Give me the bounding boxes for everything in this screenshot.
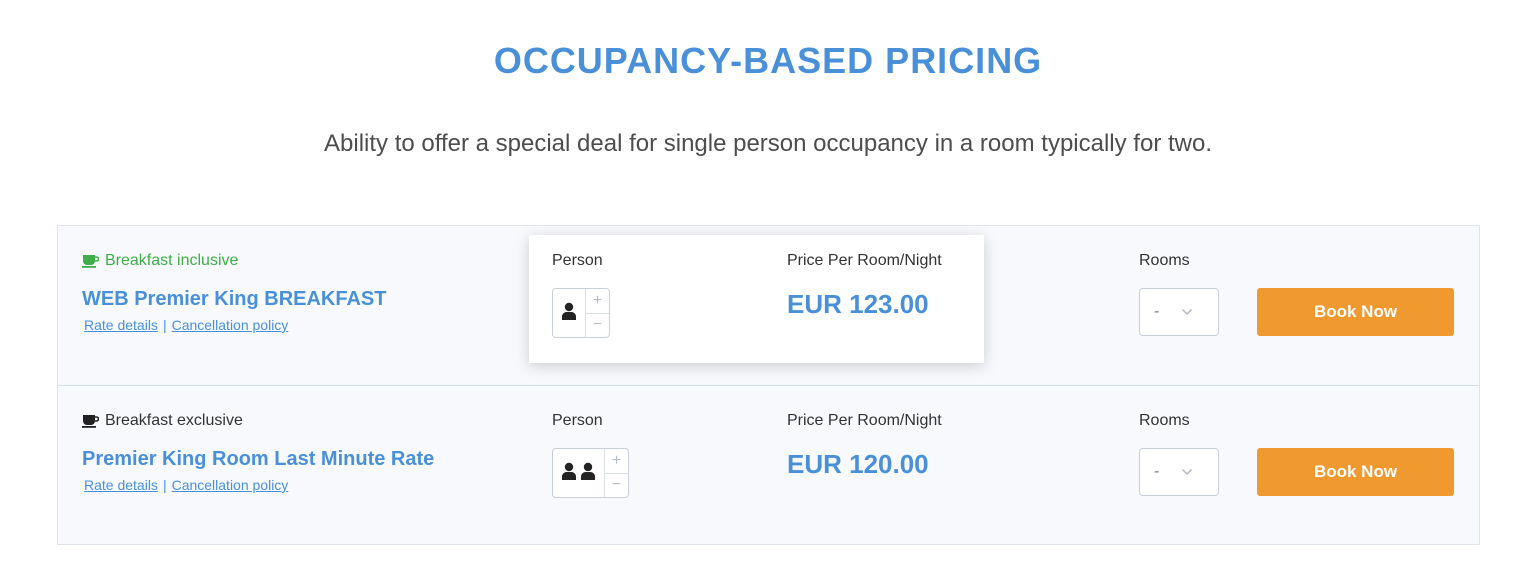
rate-details-link[interactable]: Rate details <box>84 317 158 333</box>
rate-links: Rate details | Cancellation policy <box>84 317 288 333</box>
rooms-column-label: Rooms <box>1139 252 1190 269</box>
rate-row: Breakfast inclusive WEB Premier King BRE… <box>58 226 1479 386</box>
link-separator: | <box>162 477 167 493</box>
coffee-cup-icon <box>82 254 99 268</box>
breakfast-badge: Breakfast exclusive <box>82 412 243 430</box>
rooms-column-label: Rooms <box>1139 412 1190 429</box>
book-now-button[interactable]: Book Now <box>1257 288 1454 336</box>
rate-row: Breakfast exclusive Premier King Room La… <box>58 386 1479 546</box>
person-stepper[interactable]: + − <box>552 448 629 498</box>
chevron-down-icon <box>1181 308 1193 316</box>
cancellation-policy-link[interactable]: Cancellation policy <box>172 317 289 333</box>
page-subtitle: Ability to offer a special deal for sing… <box>324 130 1212 157</box>
rate-table: Breakfast inclusive WEB Premier King BRE… <box>57 225 1480 545</box>
price-value: EUR 123.00 <box>787 289 929 319</box>
person-column-label: Person <box>552 252 603 269</box>
stepper-buttons: + − <box>585 289 609 337</box>
increment-button[interactable]: + <box>605 449 628 473</box>
cancellation-policy-link[interactable]: Cancellation policy <box>172 477 289 493</box>
book-now-button[interactable]: Book Now <box>1257 448 1454 496</box>
person-icon <box>580 462 596 485</box>
coffee-cup-icon <box>82 414 99 428</box>
decrement-button[interactable]: − <box>586 312 609 338</box>
breakfast-badge: Breakfast inclusive <box>82 252 238 270</box>
rooms-select[interactable]: - <box>1139 448 1219 496</box>
rooms-selected-value: - <box>1154 463 1160 480</box>
breakfast-label: Breakfast exclusive <box>105 412 243 429</box>
page: OCCUPANCY-BASED PRICING Ability to offer… <box>0 0 1536 580</box>
person-column-label: Person <box>552 412 603 429</box>
stepper-buttons: + − <box>604 449 628 497</box>
increment-button[interactable]: + <box>586 289 609 313</box>
page-title: OCCUPANCY-BASED PRICING <box>493 40 1043 81</box>
room-name[interactable]: WEB Premier King BREAKFAST <box>82 288 386 311</box>
person-stepper[interactable]: + − <box>552 288 610 338</box>
link-separator: | <box>162 317 167 333</box>
person-count-display <box>553 449 604 497</box>
rate-details-link[interactable]: Rate details <box>84 477 158 493</box>
room-name[interactable]: Premier King Room Last Minute Rate <box>82 448 434 471</box>
person-icon <box>561 462 577 485</box>
rooms-select[interactable]: - <box>1139 288 1219 336</box>
rooms-selected-value: - <box>1154 303 1160 320</box>
price-column-label: Price Per Room/Night <box>787 252 942 269</box>
price-column-label: Price Per Room/Night <box>787 412 942 429</box>
chevron-down-icon <box>1181 468 1193 476</box>
rate-links: Rate details | Cancellation policy <box>84 477 288 493</box>
person-icon <box>561 302 577 325</box>
price-value: EUR 120.00 <box>787 449 929 479</box>
breakfast-label: Breakfast inclusive <box>105 252 239 269</box>
decrement-button[interactable]: − <box>605 472 628 498</box>
person-count-display <box>553 289 585 337</box>
